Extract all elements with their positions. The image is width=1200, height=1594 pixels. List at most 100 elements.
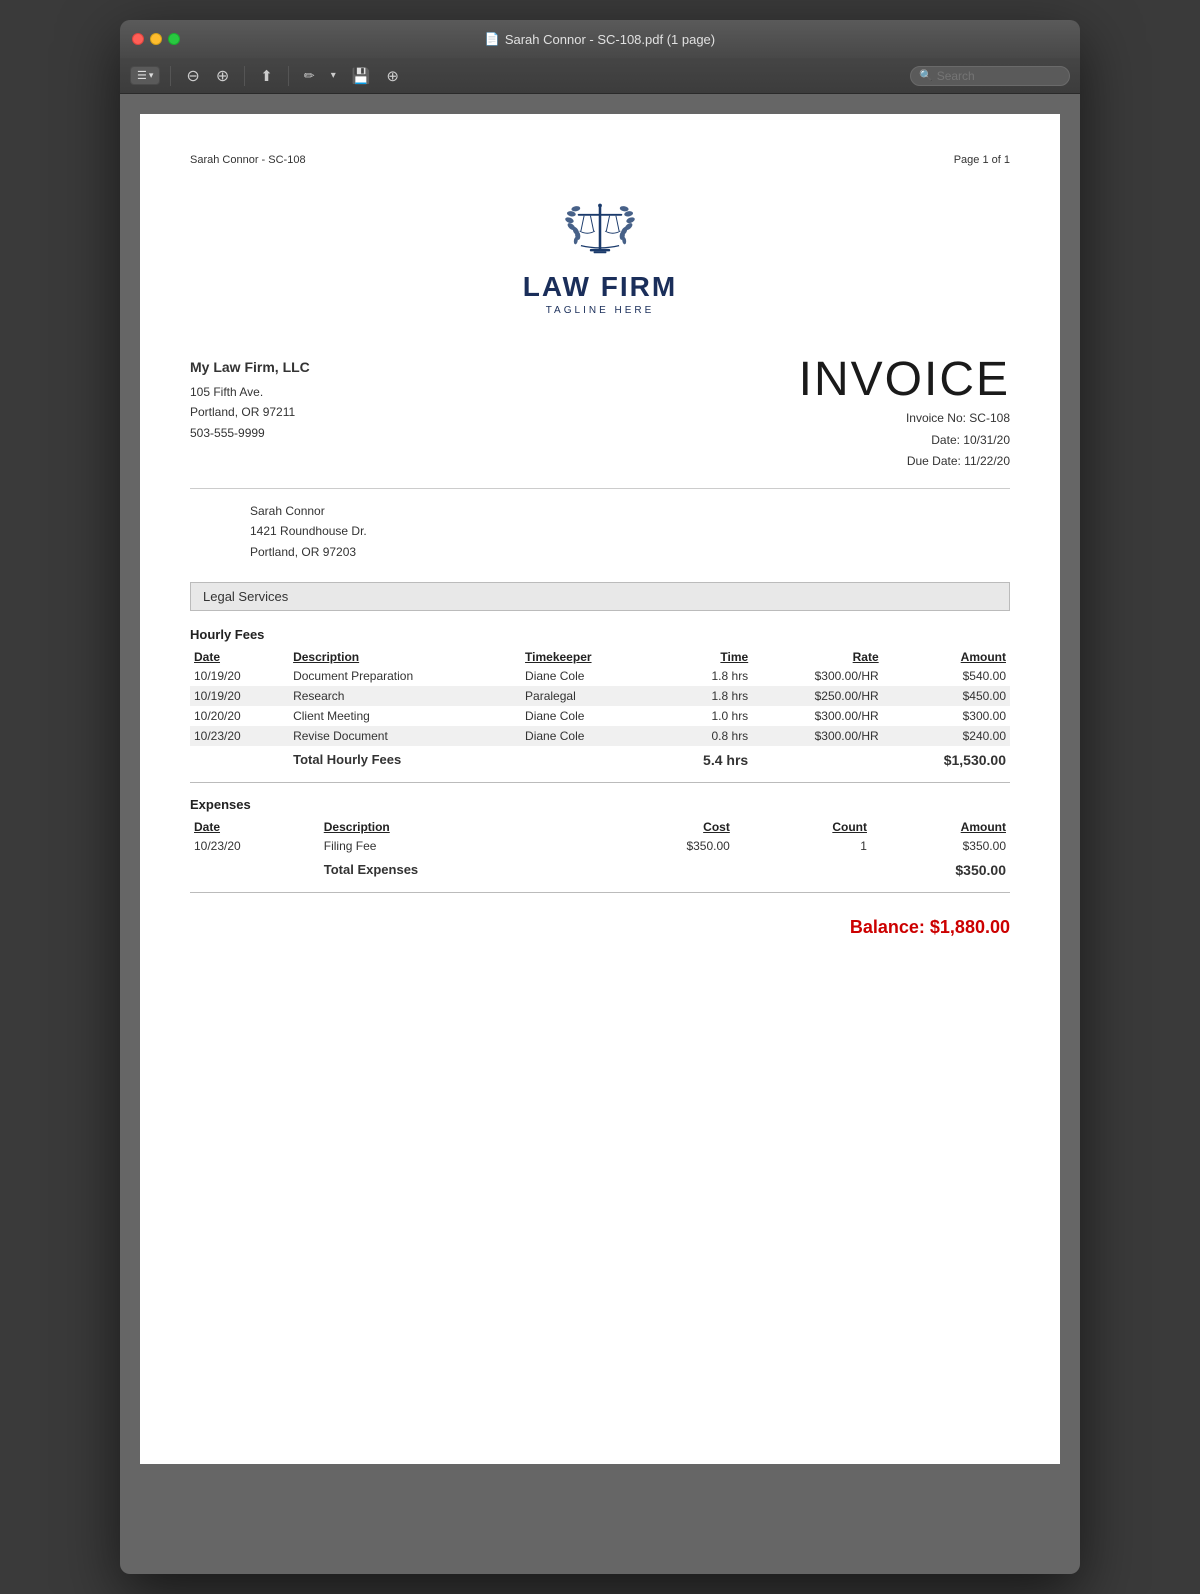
search-box[interactable]: 🔍 xyxy=(910,66,1070,86)
document-ref: Sarah Connor - SC-108 xyxy=(190,154,306,166)
hourly-fees-title: Hourly Fees xyxy=(190,627,1010,642)
invoice-header: My Law Firm, LLC 105 Fifth Ave. Portland… xyxy=(190,356,1010,473)
page-number: Page 1 of 1 xyxy=(954,154,1010,166)
search-input[interactable] xyxy=(937,69,1061,83)
window-title: 📄 Sarah Connor - SC-108.pdf (1 page) xyxy=(485,32,715,47)
expenses-table: Date Description Cost Count Amount 10/23… xyxy=(190,818,1010,884)
col-rate: Rate xyxy=(752,648,882,666)
invoice-word: INVOICE xyxy=(799,356,1010,404)
cell-date: 10/23/20 xyxy=(190,836,320,856)
cell-description: Research xyxy=(289,686,521,706)
share-button[interactable]: ⬆ xyxy=(255,65,278,87)
cell-time: 0.8 hrs xyxy=(656,726,752,746)
hourly-fees-table: Date Description Timekeeper Time Rate Am… xyxy=(190,648,1010,774)
invoice-title-block: INVOICE Invoice No: SC-108 Date: 10/31/2… xyxy=(799,356,1010,473)
exp-col-description: Description xyxy=(320,818,563,836)
hourly-fees-header-row: Date Description Timekeeper Time Rate Am… xyxy=(190,648,1010,666)
search-icon: 🔍 xyxy=(919,69,933,82)
annotate-button[interactable]: ✏ xyxy=(299,66,320,86)
balance-label: Balance: $1,880.00 xyxy=(850,917,1010,937)
client-address1: 1421 Roundhouse Dr. xyxy=(250,521,1010,541)
toolbar-separator-2 xyxy=(244,66,245,86)
cell-timekeeper: Diane Cole xyxy=(521,666,656,686)
cell-description: Document Preparation xyxy=(289,666,521,686)
annotate-dropdown-button[interactable]: ▾ xyxy=(326,68,341,83)
table-row: 10/19/20 Document Preparation Diane Cole… xyxy=(190,666,1010,686)
cell-description: Client Meeting xyxy=(289,706,521,726)
document-icon: 📄 xyxy=(485,32,500,46)
zoom-in-button[interactable]: ⊕ xyxy=(211,64,234,88)
maximize-button[interactable] xyxy=(168,33,180,45)
cell-rate: $300.00/HR xyxy=(752,726,882,746)
cell-time: 1.8 hrs xyxy=(656,666,752,686)
expenses-title: Expenses xyxy=(190,797,1010,812)
cell-timekeeper: Paralegal xyxy=(521,686,656,706)
cell-rate: $250.00/HR xyxy=(752,686,882,706)
cell-description: Filing Fee xyxy=(320,836,563,856)
cell-count: 1 xyxy=(770,836,871,856)
cell-amount: $450.00 xyxy=(883,686,1010,706)
cell-description: Revise Document xyxy=(289,726,521,746)
firm-phone: 503-555-9999 xyxy=(190,423,310,443)
scales-of-justice-icon xyxy=(560,196,640,266)
col-amount: Amount xyxy=(883,648,1010,666)
table-row: 10/23/20 Filing Fee $350.00 1 $350.00 xyxy=(190,836,1010,856)
expenses-total-label: Total Expenses xyxy=(324,862,418,877)
hourly-total-time: 5.4 hrs xyxy=(703,752,748,768)
firm-address1: 105 Fifth Ave. xyxy=(190,382,310,402)
cell-date: 10/19/20 xyxy=(190,666,289,686)
cell-amount: $350.00 xyxy=(871,836,1010,856)
col-timekeeper: Timekeeper xyxy=(521,648,656,666)
hourly-fees-total-row: Total Hourly Fees 5.4 hrs $1,530.00 xyxy=(190,746,1010,774)
toolbar-separator xyxy=(170,66,171,86)
cell-amount: $240.00 xyxy=(883,726,1010,746)
chevron-down-icon: ▾ xyxy=(149,70,154,81)
exp-col-date: Date xyxy=(190,818,320,836)
col-description: Description xyxy=(289,648,521,666)
pdf-container: Sarah Connor - SC-108 Page 1 of 1 xyxy=(120,94,1080,1574)
invoice-date: Date: 10/31/20 xyxy=(799,430,1010,452)
cell-rate: $300.00/HR xyxy=(752,706,882,726)
legal-services-header: Legal Services xyxy=(190,582,1010,611)
client-address2: Portland, OR 97203 xyxy=(250,542,1010,562)
firm-tagline: TAGLINE HERE xyxy=(546,305,655,316)
close-button[interactable] xyxy=(132,33,144,45)
toolbar: ☰ ▾ ⊖ ⊕ ⬆ ✏ ▾ 💾 ⊕ 🔍 xyxy=(120,58,1080,94)
expenses-total-row: Total Expenses $350.00 xyxy=(190,856,1010,884)
firm-name-logo: LAW FIRM xyxy=(523,271,677,303)
exp-col-amount: Amount xyxy=(871,818,1010,836)
fees-divider xyxy=(190,782,1010,783)
firm-address2: Portland, OR 97211 xyxy=(190,402,310,422)
table-row: 10/20/20 Client Meeting Diane Cole 1.0 h… xyxy=(190,706,1010,726)
sidebar-icon: ☰ xyxy=(137,69,147,82)
header-divider xyxy=(190,488,1010,489)
exp-col-count: Count xyxy=(770,818,871,836)
logo-area: LAW FIRM TAGLINE HERE xyxy=(190,196,1010,316)
invoice-meta: Invoice No: SC-108 Date: 10/31/20 Due Da… xyxy=(799,408,1010,473)
save-button[interactable]: 💾 xyxy=(347,65,376,87)
cell-date: 10/20/20 xyxy=(190,706,289,726)
invoice-number: Invoice No: SC-108 xyxy=(799,408,1010,430)
cell-timekeeper: Diane Cole xyxy=(521,726,656,746)
cell-cost: $350.00 xyxy=(563,836,770,856)
share2-button[interactable]: ⊕ xyxy=(381,65,404,87)
toolbar-separator-3 xyxy=(288,66,289,86)
cell-time: 1.8 hrs xyxy=(656,686,752,706)
bill-to-block: Sarah Connor 1421 Roundhouse Dr. Portlan… xyxy=(250,501,1010,562)
firm-address-block: My Law Firm, LLC 105 Fifth Ave. Portland… xyxy=(190,356,310,443)
sidebar-toggle-button[interactable]: ☰ ▾ xyxy=(130,66,160,85)
hourly-total-label: Total Hourly Fees xyxy=(293,752,401,767)
page-header: Sarah Connor - SC-108 Page 1 of 1 xyxy=(190,154,1010,166)
client-name: Sarah Connor xyxy=(250,501,1010,521)
cell-time: 1.0 hrs xyxy=(656,706,752,726)
minimize-button[interactable] xyxy=(150,33,162,45)
expenses-header-row: Date Description Cost Count Amount xyxy=(190,818,1010,836)
table-row: 10/23/20 Revise Document Diane Cole 0.8 … xyxy=(190,726,1010,746)
traffic-lights xyxy=(132,33,180,45)
titlebar: 📄 Sarah Connor - SC-108.pdf (1 page) xyxy=(120,20,1080,58)
invoice-due-date: Due Date: 11/22/20 xyxy=(799,451,1010,473)
table-row: 10/19/20 Research Paralegal 1.8 hrs $250… xyxy=(190,686,1010,706)
zoom-out-button[interactable]: ⊖ xyxy=(181,64,204,88)
cell-date: 10/19/20 xyxy=(190,686,289,706)
cell-amount: $540.00 xyxy=(883,666,1010,686)
